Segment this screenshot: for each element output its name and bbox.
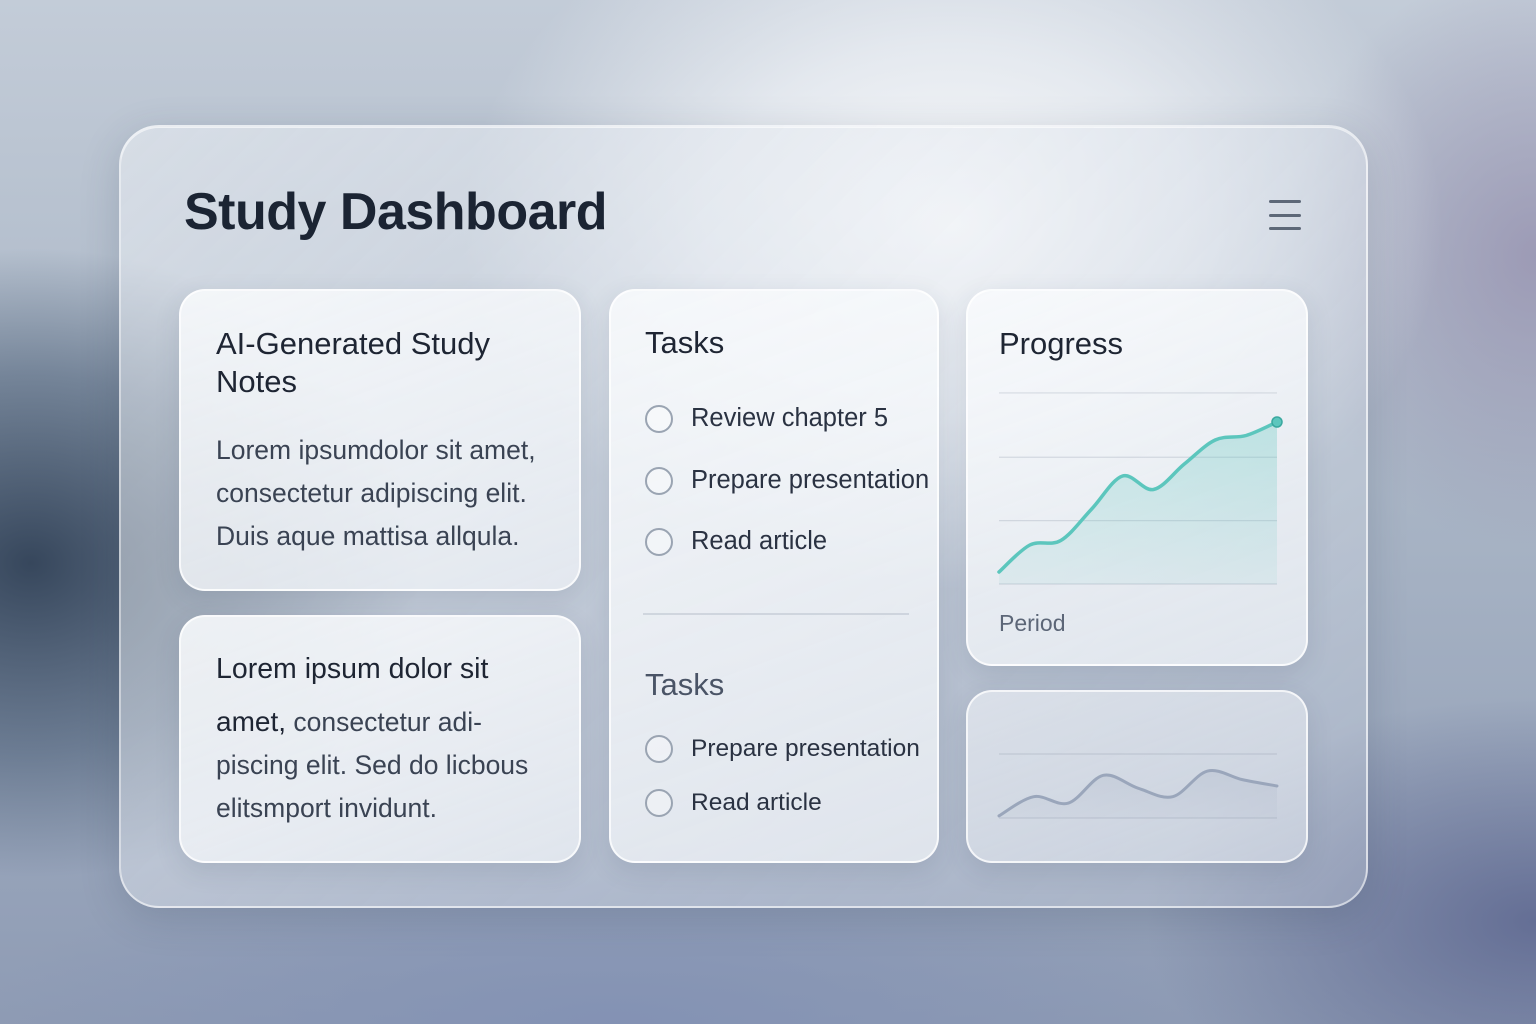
tasks-card xyxy=(609,289,939,863)
study-notes-title-line: AI-Generated Study xyxy=(216,326,490,361)
tasks-heading: Tasks xyxy=(645,325,725,360)
progress-title: Progress xyxy=(999,326,1124,361)
task-item[interactable]: Review chapter 5 xyxy=(645,404,888,433)
progress-xlabel: Period xyxy=(999,610,1066,636)
task-checkbox[interactable] xyxy=(645,527,673,556)
tasks-secondary-heading: Tasks xyxy=(645,667,725,702)
progress-chart xyxy=(997,392,1283,585)
chart-end-point xyxy=(1271,416,1283,428)
notes-text-fragment: consectetur adi- xyxy=(286,707,482,737)
task-label: Read article xyxy=(691,527,828,555)
notes-text-line: Duis aque mattisa allqula. xyxy=(216,521,520,551)
notes-text-line: elitsmport invidunt. xyxy=(216,793,437,823)
task-item[interactable]: Read article xyxy=(645,789,822,817)
notes-secondary-lead: Lorem ipsum dolor sit xyxy=(216,653,489,685)
notes-bold-word: amet, xyxy=(216,706,287,737)
study-notes-title: AI-Generated Study Notes xyxy=(216,325,490,401)
notes-text-line: piscing elit. Sed do licbous xyxy=(216,750,529,780)
task-checkbox[interactable] xyxy=(645,404,673,433)
task-item[interactable]: Prepare presentation xyxy=(645,466,929,495)
notes-text-line: amet, consectetur adi- xyxy=(216,700,528,744)
page-title: Study Dashboard xyxy=(184,183,608,241)
task-label: Review chapter 5 xyxy=(691,404,889,432)
chart-area-fill xyxy=(999,422,1277,584)
notes-secondary-body: amet, consectetur adi- piscing elit. Sed… xyxy=(216,700,528,830)
task-checkbox[interactable] xyxy=(645,789,673,817)
tasks-divider xyxy=(643,613,909,615)
task-checkbox[interactable] xyxy=(645,735,673,763)
notes-text-line: consectetur adipiscing elit. xyxy=(216,478,527,508)
task-label: Prepare presentation xyxy=(691,735,920,762)
mini-chart xyxy=(997,753,1279,819)
study-notes-body: Lorem ipsumdolor sit amet, consectetur a… xyxy=(216,429,536,558)
hamburger-menu-icon[interactable] xyxy=(1265,197,1305,233)
task-item[interactable]: Read article xyxy=(645,527,827,556)
task-label: Read article xyxy=(691,789,822,816)
notes-text-line: Lorem ipsumdolor sit amet, xyxy=(216,435,536,465)
task-checkbox[interactable] xyxy=(645,466,673,495)
task-label: Prepare presentation xyxy=(691,466,930,494)
study-notes-title-line: Notes xyxy=(216,364,297,399)
task-item[interactable]: Prepare presentation xyxy=(645,735,920,763)
